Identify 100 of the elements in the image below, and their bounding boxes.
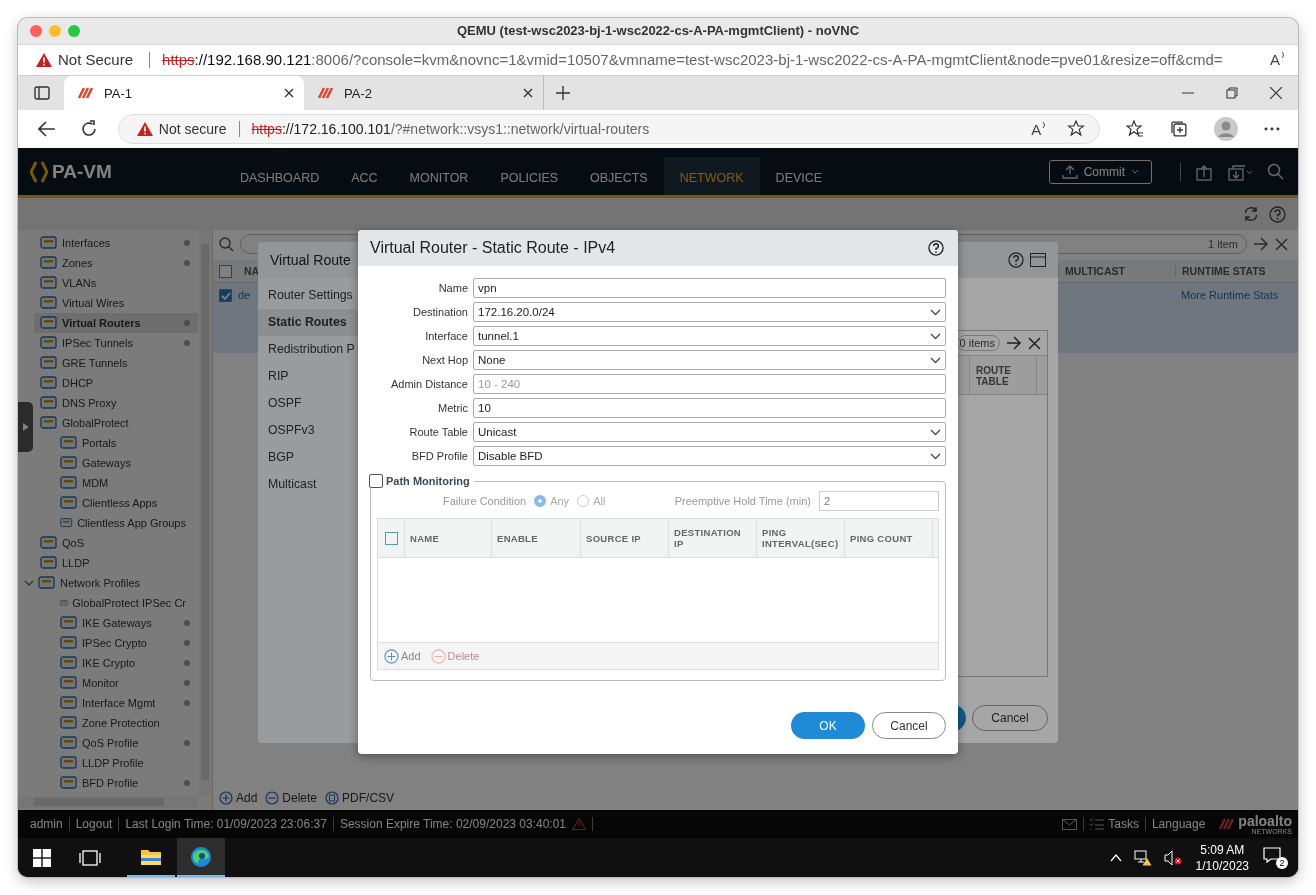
sidebar-item[interactable]: GlobalProtect IPSec Cr <box>34 593 198 613</box>
logout-link[interactable]: Logout <box>75 817 113 831</box>
scrollbar[interactable] <box>18 796 198 808</box>
sidebar-item[interactable]: BFD Profile <box>34 773 198 793</box>
column-header[interactable]: ENABLE <box>492 519 581 557</box>
commit-button[interactable]: Commit <box>1048 159 1152 184</box>
save-config-icon[interactable] <box>1227 162 1253 181</box>
search-icon[interactable] <box>219 236 234 252</box>
column-header[interactable]: SOURCE IP <box>581 519 669 557</box>
refresh-icon[interactable] <box>79 120 98 138</box>
table-cell[interactable]: de <box>238 289 251 301</box>
close-icon[interactable] <box>1270 87 1282 99</box>
nav-tab[interactable]: DASHBOARD <box>224 157 336 195</box>
dropdown[interactable]: tunnel.1 <box>473 326 946 346</box>
column-header[interactable]: ROUTE TABLE <box>969 356 1037 394</box>
checkbox[interactable] <box>219 289 232 302</box>
volume-muted-icon[interactable] <box>1163 849 1182 866</box>
dropdown[interactable]: 172.16.20.0/24 <box>473 302 946 322</box>
help-icon[interactable] <box>1008 252 1024 268</box>
window-icon[interactable] <box>1030 253 1046 267</box>
dialog-tab[interactable]: RIP <box>258 363 358 390</box>
favorites-icon[interactable] <box>1126 120 1145 138</box>
sidebar-item[interactable]: Zone Protection <box>34 713 198 733</box>
mail-icon[interactable] <box>1062 818 1078 830</box>
dropdown[interactable]: Unicast <box>473 422 946 442</box>
sidebar-item[interactable]: Clientless App Groups <box>34 513 198 533</box>
restore-icon[interactable] <box>1226 87 1238 99</box>
dialog-tab[interactable]: Router Settings <box>258 282 358 309</box>
sidebar-item[interactable]: Monitor <box>34 673 198 693</box>
url-text[interactable]: https://192.168.90.121:8006/?console=kvm&novnc=1&vmid=10507&vmname=test-wsc2023-bj-1-wsc2022-cs-A-PA-mgmtClient&node=pve01&resize=off&cmd= <box>162 51 1264 69</box>
sidebar-item[interactable]: Interface Mgmt <box>34 693 198 713</box>
arrow-right-icon[interactable] <box>1006 336 1022 350</box>
sidebar-item[interactable]: VLANs <box>34 273 198 293</box>
sidebar-item[interactable]: Portals <box>34 433 198 453</box>
taskbar-app[interactable] <box>177 838 225 877</box>
runtime-stats-link[interactable]: More Runtime Stats <box>1181 289 1298 301</box>
tab-actions-icon[interactable] <box>34 85 50 101</box>
browser-tab[interactable]: PA-1 <box>64 76 304 110</box>
dialog-tab[interactable]: Static Routes <box>258 309 358 336</box>
collections-icon[interactable] <box>1170 120 1189 138</box>
input-field[interactable]: 2 <box>819 491 939 511</box>
sidebar-item[interactable]: GlobalProtect <box>34 413 198 433</box>
nav-tab[interactable]: POLICIES <box>484 157 575 195</box>
cancel-button[interactable]: Cancel <box>972 705 1048 731</box>
close-icon[interactable] <box>1028 336 1041 350</box>
nav-tab[interactable]: OBJECTS <box>574 157 664 195</box>
language-link[interactable]: Language <box>1151 817 1206 831</box>
input-field[interactable]: 10 - 240 <box>473 374 946 394</box>
task-view-icon[interactable] <box>79 849 101 866</box>
input-field[interactable]: vpn <box>473 278 946 298</box>
search-icon[interactable] <box>1267 163 1284 180</box>
star-plus-icon[interactable] <box>1067 120 1086 138</box>
dialog-tab[interactable]: OSPF <box>258 390 358 417</box>
address-bar[interactable]: Not secure https://172.16.100.101/?#network::vsys1::network/virtual-routers A <box>117 114 1101 144</box>
column-header[interactable]: RUNTIME STATS <box>1175 265 1298 277</box>
chevron-icon[interactable] <box>24 578 34 588</box>
dropdown[interactable]: Disable BFD <box>473 446 946 466</box>
delete-button[interactable]: Delete <box>430 648 480 664</box>
sidebar-item[interactable]: Clientless Apps <box>34 493 198 513</box>
sidebar-item[interactable]: QoS Profile <box>34 733 198 753</box>
dialog-tab[interactable]: BGP <box>258 444 358 471</box>
toolbar-button[interactable]: Add <box>219 791 258 805</box>
sidebar-item[interactable]: GRE Tunnels <box>34 353 198 373</box>
nav-tab[interactable]: ACC <box>335 157 394 195</box>
column-header[interactable]: PING INTERVAL(SEC) <box>757 519 845 557</box>
close-icon[interactable] <box>284 88 294 98</box>
radio-button[interactable]: All <box>577 495 606 507</box>
sidebar-item[interactable]: LLDP Profile <box>34 753 198 773</box>
back-icon[interactable] <box>38 121 56 137</box>
sidebar-item[interactable]: IKE Crypto <box>34 653 198 673</box>
column-header[interactable]: DESTINATION IP <box>669 519 757 557</box>
sidebar-item[interactable]: DHCP <box>34 373 198 393</box>
clock-time[interactable]: 5:09 AM <box>1200 841 1245 858</box>
chevron-up-icon[interactable] <box>1109 853 1122 862</box>
sidebar-item[interactable]: DNS Proxy <box>34 393 198 413</box>
add-button[interactable]: Add <box>384 648 421 664</box>
sidebar-toggle[interactable] <box>18 402 33 452</box>
sidebar-item[interactable]: Interfaces <box>34 233 198 253</box>
clock-date[interactable]: 1/10/2023 <box>1195 857 1249 874</box>
arrow-right-icon[interactable] <box>1253 237 1269 251</box>
sidebar-item[interactable]: Virtual Routers <box>34 313 198 333</box>
dialog-tab[interactable]: OSPFv3 <box>258 417 358 444</box>
sidebar-item[interactable]: Virtual Wires <box>34 293 198 313</box>
help-icon[interactable] <box>928 240 944 256</box>
profile-icon[interactable] <box>1214 117 1239 141</box>
sidebar-item[interactable]: IPSec Crypto <box>34 633 198 653</box>
dialog-tab[interactable]: Redistribution P <box>258 336 358 363</box>
sidebar-item[interactable]: Zones <box>34 253 198 273</box>
network-warning-icon[interactable] <box>1133 849 1152 866</box>
toolbar-button[interactable]: Delete <box>265 791 318 805</box>
sidebar-item[interactable]: IKE Gateways <box>34 613 198 633</box>
radio-button[interactable]: Any <box>534 495 570 507</box>
nav-tab[interactable]: DEVICE <box>759 157 839 195</box>
dialog-tab[interactable]: Multicast <box>258 471 358 498</box>
cancel-button[interactable]: Cancel <box>872 712 946 739</box>
column-header[interactable]: PING COUNT <box>845 519 933 557</box>
sidebar-item[interactable]: Gateways <box>34 453 198 473</box>
sidebar-item[interactable]: MDM <box>34 473 198 493</box>
nav-tab[interactable]: MONITOR <box>393 157 485 195</box>
input-field[interactable]: 10 <box>473 398 946 418</box>
